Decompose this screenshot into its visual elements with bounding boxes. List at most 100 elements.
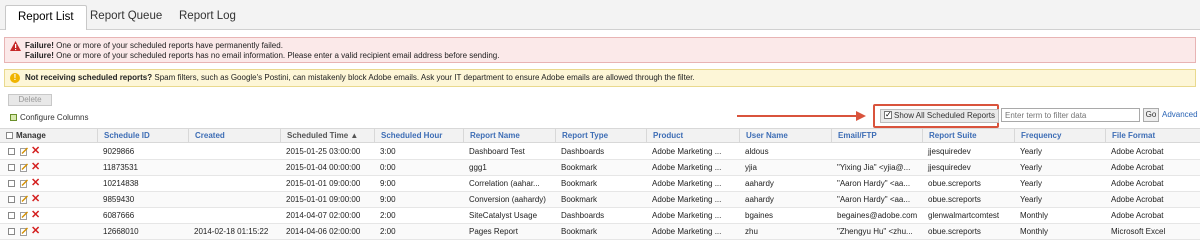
table-row[interactable]: ✕ 6087666 2014-04-07 02:00:00 2:00 SiteCatal… [0, 208, 1200, 224]
columns-icon [10, 114, 17, 121]
delete-icon[interactable]: ✕ [31, 177, 40, 190]
failure-message-2: Failure! One or more of your scheduled r… [25, 51, 499, 60]
cell-product: Adobe Marketing ... [652, 163, 722, 172]
edit-icon[interactable] [20, 195, 28, 204]
cell-schedule-id: 12668010 [103, 227, 139, 236]
configure-columns-link[interactable]: Configure Columns [10, 113, 88, 122]
cell-report-type: Bookmark [561, 195, 598, 204]
advanced-link[interactable]: Advanced [1162, 110, 1198, 119]
header-scheduled-time[interactable]: Scheduled Time ▲ [280, 129, 374, 143]
cell-email-ftp: "Yixing Jia" <yjia@... [837, 163, 911, 172]
select-all-checkbox[interactable] [6, 132, 13, 139]
header-report-name[interactable]: Report Name [463, 129, 555, 143]
table-header: Manage Schedule ID Created Scheduled Tim… [0, 128, 1200, 143]
row-checkbox[interactable] [8, 212, 15, 219]
header-scheduled-hour[interactable]: Scheduled Hour [374, 129, 463, 143]
show-all-label: Show All Scheduled Reports [894, 111, 995, 120]
failure-message-1: Failure! One or more of your scheduled r… [25, 41, 283, 50]
cell-user-name: aahardy [745, 195, 774, 204]
cell-report-name: Correlation (aahar... [469, 179, 540, 188]
cell-schedule-id: 11873531 [103, 163, 138, 172]
cell-email-ftp: "Aaron Hardy" <aa... [837, 195, 911, 204]
cell-report-type: Dashboards [561, 211, 605, 220]
edit-icon[interactable] [20, 211, 28, 220]
cell-report-suite: obue.screports [928, 179, 981, 188]
tab-report-log[interactable]: Report Log [167, 5, 248, 30]
tab-report-list[interactable]: Report List [5, 5, 87, 30]
show-all-scheduled-toggle[interactable]: Show All Scheduled Reports [880, 109, 999, 123]
row-checkbox[interactable] [8, 196, 15, 203]
cell-scheduled-hour: 9:00 [380, 195, 396, 204]
cell-report-suite: jjesquiredev [928, 163, 971, 172]
table-row[interactable]: ✕ 11873531 2015-01-04 00:00:00 0:00 ggg1 Book… [0, 160, 1200, 176]
edit-icon[interactable] [20, 179, 28, 188]
row-checkbox[interactable] [8, 228, 15, 235]
row-checkbox[interactable] [8, 180, 15, 187]
delete-icon[interactable]: ✕ [31, 161, 40, 174]
tab-report-queue[interactable]: Report Queue [78, 5, 174, 30]
cell-scheduled-hour: 2:00 [380, 211, 396, 220]
header-report-type[interactable]: Report Type [555, 129, 646, 143]
cell-scheduled-time: 2014-04-07 02:00:00 [286, 211, 361, 220]
cell-product: Adobe Marketing ... [652, 179, 722, 188]
cell-report-suite: glenwalmartcomtest [928, 211, 1000, 220]
cell-user-name: bgaines [745, 211, 774, 220]
cell-scheduled-time: 2015-01-01 09:00:00 [286, 195, 361, 204]
header-created[interactable]: Created [188, 129, 280, 143]
cell-created [188, 176, 280, 192]
table-row[interactable]: ✕ 10214838 2015-01-01 09:00:00 9:00 Correlat… [0, 176, 1200, 192]
annotation-arrow-line [737, 115, 859, 117]
header-user-name[interactable]: User Name [739, 129, 831, 143]
cell-frequency: Yearly [1020, 179, 1042, 188]
cell-scheduled-hour: 0:00 [380, 163, 396, 172]
table-row[interactable]: ✕ 9029866 2015-01-25 03:00:00 3:00 Dashboard… [0, 144, 1200, 160]
delete-icon[interactable]: ✕ [31, 225, 40, 238]
cell-schedule-id: 9859430 [103, 195, 135, 204]
go-button[interactable]: Go [1143, 108, 1159, 122]
cell-product: Adobe Marketing ... [652, 147, 722, 156]
cell-email-ftp [831, 144, 922, 160]
error-triangle-icon [10, 41, 21, 51]
header-frequency[interactable]: Frequency [1014, 129, 1105, 143]
warning-alert: ! Not receiving scheduled reports? Spam … [4, 69, 1196, 87]
cell-file-format: Adobe Acrobat [1111, 211, 1164, 220]
header-product[interactable]: Product [646, 129, 739, 143]
failure-title-2: Failure! [25, 51, 54, 60]
cell-file-format: Adobe Acrobat [1111, 147, 1164, 156]
cell-scheduled-time: 2015-01-01 09:00:00 [286, 179, 361, 188]
cell-report-type: Bookmark [561, 163, 598, 172]
row-checkbox[interactable] [8, 148, 15, 155]
cell-frequency: Yearly [1020, 163, 1042, 172]
filter-input[interactable] [1001, 108, 1140, 122]
cell-file-format: Adobe Acrobat [1111, 163, 1164, 172]
delete-icon[interactable]: ✕ [31, 145, 40, 158]
cell-frequency: Yearly [1020, 195, 1042, 204]
header-file-format[interactable]: File Format [1105, 129, 1200, 143]
cell-report-type: Bookmark [561, 227, 598, 236]
cell-scheduled-time: 2014-04-06 02:00:00 [286, 227, 361, 236]
header-email-ftp[interactable]: Email/FTP [831, 129, 922, 143]
cell-scheduled-hour: 2:00 [380, 227, 396, 236]
cell-scheduled-hour: 9:00 [380, 179, 396, 188]
header-schedule-id[interactable]: Schedule ID [97, 129, 188, 143]
cell-report-name: ggg1 [469, 163, 487, 172]
cell-user-name: aahardy [745, 179, 774, 188]
edit-icon[interactable] [20, 163, 28, 172]
edit-icon[interactable] [20, 227, 28, 236]
edit-icon[interactable] [20, 147, 28, 156]
table-row[interactable]: ✕ 9859430 2015-01-01 09:00:00 9:00 Conversio… [0, 192, 1200, 208]
delete-icon[interactable]: ✕ [31, 193, 40, 206]
cell-report-name: Dashboard Test [469, 147, 525, 156]
cell-frequency: Yearly [1020, 147, 1042, 156]
cell-file-format: Adobe Acrobat [1111, 195, 1164, 204]
cell-report-type: Bookmark [561, 179, 598, 188]
cell-schedule-id: 10214838 [103, 179, 139, 188]
delete-icon[interactable]: ✕ [31, 209, 40, 222]
delete-button[interactable]: Delete [8, 94, 52, 106]
header-report-suite[interactable]: Report Suite [922, 129, 1014, 143]
table-row[interactable]: ✕ 12668010 2014-02-18 01:15:22 2014-04-06 0… [0, 224, 1200, 240]
row-checkbox[interactable] [8, 164, 15, 171]
show-all-checkbox[interactable] [884, 109, 892, 121]
cell-scheduled-hour: 3:00 [380, 147, 396, 156]
warning-title: Not receiving scheduled reports? [25, 73, 153, 82]
